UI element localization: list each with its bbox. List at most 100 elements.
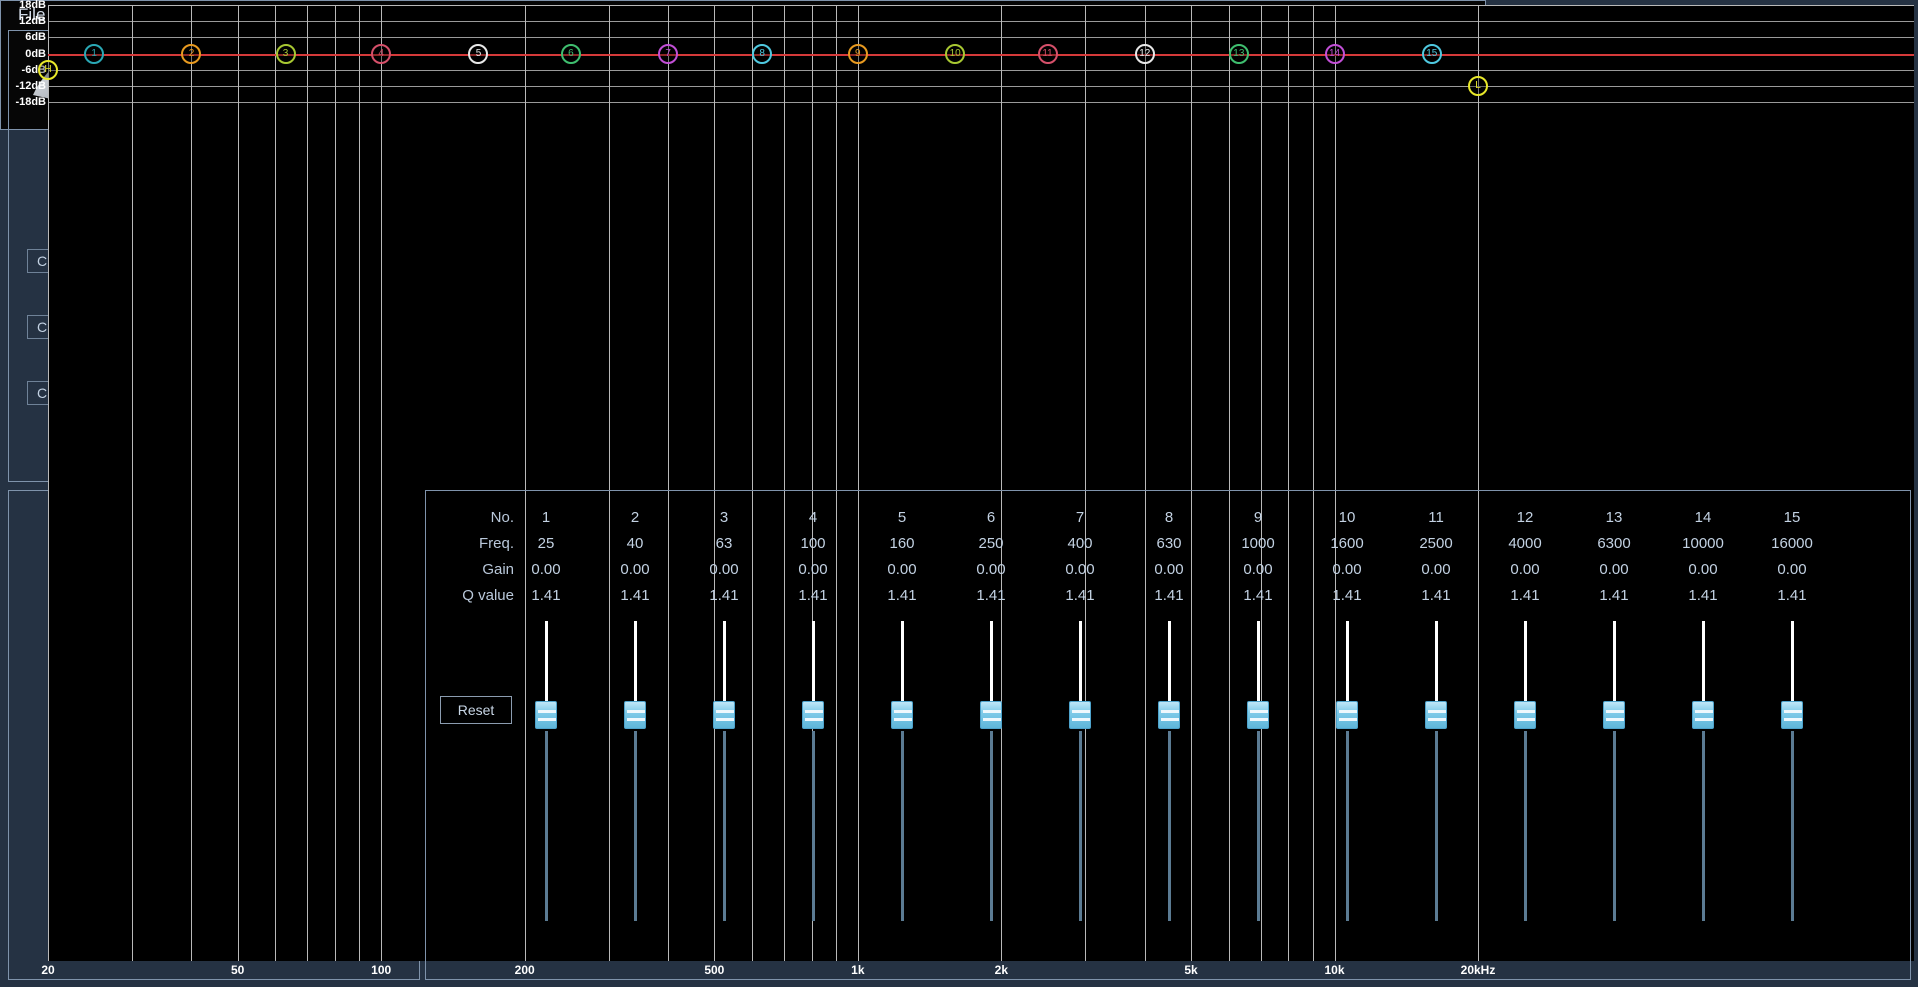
eq-cell-freq-10[interactable]: 1600	[1330, 535, 1363, 552]
eq-cell-q-12[interactable]: 1.41	[1510, 587, 1539, 604]
eq-cell-q-13[interactable]: 1.41	[1599, 587, 1628, 604]
eq-band-marker-10[interactable]: 10	[945, 44, 965, 64]
eq-slider-band-7[interactable]	[1068, 621, 1092, 921]
reset-button[interactable]: Reset	[440, 696, 512, 724]
eq-cell-gain-15[interactable]: 0.00	[1777, 561, 1806, 578]
eq-cell-freq-12[interactable]: 4000	[1508, 535, 1541, 552]
eq-slider-knob[interactable]	[1336, 701, 1358, 729]
eq-cell-q-3[interactable]: 1.41	[709, 587, 738, 604]
eq-cell-freq-5[interactable]: 160	[889, 535, 914, 552]
eq-slider-knob[interactable]	[1069, 701, 1091, 729]
eq-cell-freq-8[interactable]: 630	[1156, 535, 1181, 552]
eq-band-marker-h[interactable]: H	[38, 60, 58, 80]
grid-line-horizontal-minor	[48, 37, 1914, 38]
eq-band-marker-15[interactable]: 15	[1422, 44, 1442, 64]
eq-band-marker-9[interactable]: 9	[848, 44, 868, 64]
eq-response-graph[interactable]: 18dB12dB6dB0dB-6dB-12dB-18dB H1234567891…	[0, 0, 1486, 130]
eq-cell-freq-7[interactable]: 400	[1067, 535, 1092, 552]
eq-slider-knob[interactable]	[802, 701, 824, 729]
eq-slider-knob[interactable]	[980, 701, 1002, 729]
eq-cell-no-12: 12	[1517, 509, 1534, 526]
y-tick-label: 6dB	[25, 31, 46, 43]
eq-cell-q-6[interactable]: 1.41	[976, 587, 1005, 604]
eq-band-marker-11[interactable]: 11	[1038, 44, 1058, 64]
eq-slider-band-6[interactable]	[979, 621, 1003, 921]
eq-cell-q-5[interactable]: 1.41	[887, 587, 916, 604]
eq-cell-freq-3[interactable]: 63	[716, 535, 733, 552]
eq-slider-knob[interactable]	[1425, 701, 1447, 729]
eq-cell-gain-12[interactable]: 0.00	[1510, 561, 1539, 578]
eq-slider-band-14[interactable]	[1691, 621, 1715, 921]
eq-slider-band-12[interactable]	[1513, 621, 1537, 921]
eq-slider-knob[interactable]	[1247, 701, 1269, 729]
eq-band-marker-3[interactable]: 3	[276, 44, 296, 64]
eq-cell-no-11: 11	[1428, 509, 1444, 526]
eq-slider-knob[interactable]	[1158, 701, 1180, 729]
eq-band-marker-14[interactable]: 14	[1325, 44, 1345, 64]
eq-cell-q-2[interactable]: 1.41	[620, 587, 649, 604]
eq-cell-gain-8[interactable]: 0.00	[1154, 561, 1183, 578]
y-tick-label: 12dB	[19, 15, 46, 27]
eq-slider-band-15[interactable]	[1780, 621, 1804, 921]
eq-slider-knob[interactable]	[535, 701, 557, 729]
eq-slider-knob[interactable]	[1603, 701, 1625, 729]
eq-band-marker-7[interactable]: 7	[658, 44, 678, 64]
eq-band-marker-2[interactable]: 2	[181, 44, 201, 64]
eq-cell-q-11[interactable]: 1.41	[1421, 587, 1450, 604]
eq-cell-gain-6[interactable]: 0.00	[976, 561, 1005, 578]
eq-band-marker-1[interactable]: 1	[84, 44, 104, 64]
eq-band-marker-l[interactable]: L	[1468, 76, 1488, 96]
eq-cell-q-14[interactable]: 1.41	[1688, 587, 1717, 604]
eq-slider-band-4[interactable]	[801, 621, 825, 921]
eq-cell-gain-7[interactable]: 0.00	[1065, 561, 1094, 578]
eq-cell-freq-15[interactable]: 16000	[1771, 535, 1813, 552]
eq-slider-band-13[interactable]	[1602, 621, 1626, 921]
eq-slider-knob[interactable]	[624, 701, 646, 729]
eq-cell-gain-4[interactable]: 0.00	[798, 561, 827, 578]
eq-slider-band-2[interactable]	[623, 621, 647, 921]
eq-band-marker-12[interactable]: 12	[1135, 44, 1155, 64]
eq-slider-knob[interactable]	[1514, 701, 1536, 729]
eq-cell-q-7[interactable]: 1.41	[1065, 587, 1094, 604]
eq-slider-knob[interactable]	[891, 701, 913, 729]
eq-band-marker-5[interactable]: 5	[468, 44, 488, 64]
eq-slider-knob[interactable]	[713, 701, 735, 729]
eq-cell-gain-11[interactable]: 0.00	[1421, 561, 1450, 578]
eq-band-marker-8[interactable]: 8	[752, 44, 772, 64]
eq-band-marker-6[interactable]: 6	[561, 44, 581, 64]
eq-cell-gain-9[interactable]: 0.00	[1243, 561, 1272, 578]
eq-cell-freq-2[interactable]: 40	[627, 535, 644, 552]
eq-cell-q-4[interactable]: 1.41	[798, 587, 827, 604]
eq-cell-freq-6[interactable]: 250	[978, 535, 1003, 552]
eq-cell-gain-1[interactable]: 0.00	[531, 561, 560, 578]
eq-slider-band-8[interactable]	[1157, 621, 1181, 921]
eq-slider-band-9[interactable]	[1246, 621, 1270, 921]
eq-slider-band-3[interactable]	[712, 621, 736, 921]
eq-cell-freq-14[interactable]: 10000	[1682, 535, 1724, 552]
eq-cell-q-8[interactable]: 1.41	[1154, 587, 1183, 604]
eq-slider-knob[interactable]	[1781, 701, 1803, 729]
eq-cell-gain-14[interactable]: 0.00	[1688, 561, 1717, 578]
eq-band-marker-13[interactable]: 13	[1229, 44, 1249, 64]
eq-cell-gain-3[interactable]: 0.00	[709, 561, 738, 578]
eq-cell-gain-13[interactable]: 0.00	[1599, 561, 1628, 578]
eq-cell-freq-11[interactable]: 2500	[1419, 535, 1452, 552]
eq-band-marker-4[interactable]: 4	[371, 44, 391, 64]
eq-cell-freq-13[interactable]: 6300	[1597, 535, 1630, 552]
eq-cell-gain-5[interactable]: 0.00	[887, 561, 916, 578]
eq-cell-gain-2[interactable]: 0.00	[620, 561, 649, 578]
eq-cell-freq-4[interactable]: 100	[800, 535, 825, 552]
eq-slider-knob[interactable]	[1692, 701, 1714, 729]
eq-slider-band-10[interactable]	[1335, 621, 1359, 921]
eq-cell-q-9[interactable]: 1.41	[1243, 587, 1272, 604]
eq-slider-band-1[interactable]	[534, 621, 558, 921]
eq-cell-freq-9[interactable]: 1000	[1241, 535, 1274, 552]
eq-cell-q-15[interactable]: 1.41	[1777, 587, 1806, 604]
eq-cell-gain-10[interactable]: 0.00	[1332, 561, 1361, 578]
eq-slider-band-11[interactable]	[1424, 621, 1448, 921]
eq-cell-q-10[interactable]: 1.41	[1332, 587, 1361, 604]
eq-cell-freq-1[interactable]: 25	[538, 535, 555, 552]
eq-slider-band-5[interactable]	[890, 621, 914, 921]
eq-row-label-no: No.	[444, 509, 514, 526]
eq-cell-q-1[interactable]: 1.41	[531, 587, 560, 604]
